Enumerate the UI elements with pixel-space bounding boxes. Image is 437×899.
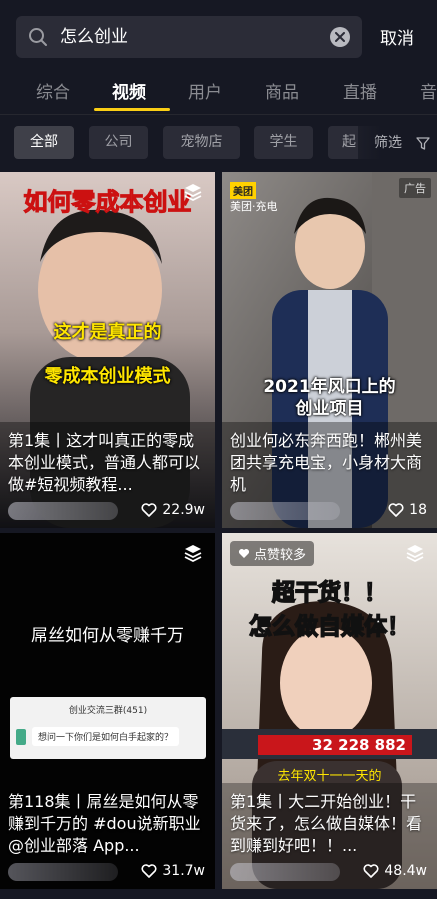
hot-badge: 点赞较多 (230, 541, 315, 566)
collection-icon (184, 545, 202, 563)
brand-logo: 美团 (230, 182, 256, 199)
like-count-value: 22.9w (162, 502, 205, 518)
overlay-line: 创业项目 (295, 399, 364, 419)
video-caption: 创业何必东奔西跑！郴州美团共享充电宝，小身材大商机 (230, 431, 423, 494)
chat-header: 创业交流三群(451) (68, 706, 148, 716)
tab-bar: 综合 视频 用户 商品 直播 音 (0, 72, 437, 114)
tab-users[interactable]: 用户 (188, 78, 222, 103)
video-caption: 第1集丨大二开始创业！干货来了，怎么做自媒体！看到赚到好吧！！... (230, 792, 423, 855)
overlay-title: 屌丝如何从零赚千万 (31, 626, 184, 646)
overlay-line: 怎么做自媒体！ (248, 613, 411, 641)
video-card[interactable]: 如何零成本创业 这才是真正的 零成本创业模式 第1集丨这才叫真正的零成本创业模式… (0, 172, 215, 528)
chat-message: 想问一下你们是如何白手起家的？ (32, 727, 180, 746)
like-count: 48.4w (363, 863, 427, 879)
overlay-subtitle: 去年双十一一天的 (277, 769, 382, 784)
filter-button[interactable]: 筛选 (358, 126, 437, 160)
active-tab-indicator (94, 108, 170, 111)
like-count: 18 (388, 502, 427, 518)
tab-live[interactable]: 直播 (343, 78, 377, 103)
heart-icon (141, 864, 157, 878)
clear-icon[interactable] (330, 27, 350, 47)
like-count: 22.9w (141, 502, 205, 518)
ad-badge: 广告 (399, 178, 431, 198)
amount-display: 32 228 882 (258, 735, 412, 755)
chat-avatar (16, 729, 26, 745)
brand-subtitle: 美团·充电 (230, 200, 278, 213)
chip-company[interactable]: 公司 (89, 126, 148, 159)
heart-filled-icon (238, 549, 250, 558)
overlay-line: 超干货！！ (271, 579, 388, 607)
search-input[interactable] (60, 16, 330, 58)
collection-icon (184, 184, 202, 202)
video-card[interactable]: 屌丝如何从零赚千万 创业交流三群(451) 想问一下你们是如何白手起家的？ 第1… (0, 533, 215, 889)
like-count-value: 18 (409, 502, 427, 518)
tab-music[interactable]: 音 (420, 78, 437, 103)
video-card[interactable]: 美团 美团·充电 广告 2021年风口上的 创业项目 创业何必东奔西跑！郴州美团… (222, 172, 437, 528)
heart-icon (388, 503, 404, 517)
filter-label: 筛选 (374, 135, 402, 151)
like-count: 31.7w (141, 863, 205, 879)
tab-videos[interactable]: 视频 (112, 78, 146, 103)
author-name[interactable] (8, 863, 118, 881)
search-icon (29, 28, 47, 46)
video-caption: 第1集丨这才叫真正的零成本创业模式，普通人都可以做#短视频教程... (8, 431, 201, 494)
author-name[interactable] (230, 863, 340, 881)
overlay-line: 零成本创业模式 (44, 366, 171, 387)
video-card[interactable]: 点赞较多 超干货！！ 怎么做自媒体！ 32 228 882 去年双十一一天的 第… (222, 533, 437, 889)
search-box[interactable] (16, 16, 362, 58)
like-count-value: 31.7w (162, 863, 205, 879)
cancel-button[interactable]: 取消 (380, 24, 414, 49)
chat-screenshot: 创业交流三群(451) 想问一下你们是如何白手起家的？ (10, 697, 206, 759)
like-count-value: 48.4w (384, 863, 427, 879)
author-name[interactable] (8, 502, 118, 520)
overlay-line: 这才是真正的 (53, 322, 162, 343)
chip-pet-shop[interactable]: 宠物店 (163, 126, 240, 159)
search-row: 取消 (0, 0, 437, 72)
filter-icon (416, 137, 430, 150)
heart-icon (363, 864, 379, 878)
tab-comprehensive[interactable]: 综合 (36, 78, 70, 103)
chip-student[interactable]: 学生 (254, 126, 313, 159)
chip-all[interactable]: 全部 (14, 126, 74, 159)
hot-badge-label: 点赞较多 (254, 548, 307, 563)
divider (0, 114, 437, 115)
heart-icon (141, 503, 157, 517)
video-caption: 第118集丨屌丝是如何从零赚到千万的 #dou说新职业 @创业部落 App... (8, 792, 201, 855)
collection-icon (406, 545, 424, 563)
author-name[interactable] (230, 502, 340, 520)
tab-products[interactable]: 商品 (265, 78, 299, 103)
